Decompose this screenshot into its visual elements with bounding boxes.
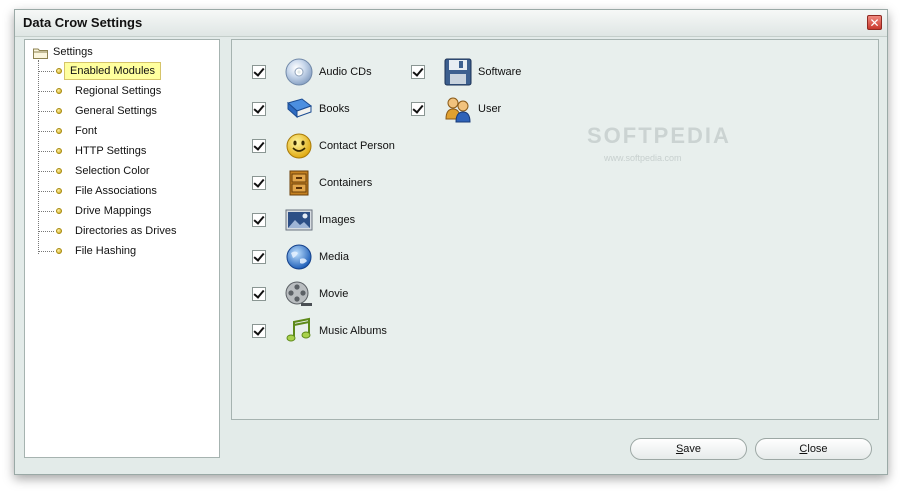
- module-label: Contact Person: [319, 140, 395, 152]
- tree-item-label: HTTP Settings: [75, 145, 147, 157]
- tree-item-general-settings[interactable]: General Settings: [38, 101, 162, 121]
- module-checkbox-user[interactable]: [411, 102, 425, 116]
- module-row-audio-cds: Audio CDs: [252, 57, 372, 87]
- module-label: Media: [319, 251, 349, 263]
- module-row-music-albums: Music Albums: [252, 316, 387, 346]
- tree-branch-line: [38, 130, 54, 132]
- tree-item-label: Directories as Drives: [75, 225, 177, 237]
- music-note-icon: [285, 317, 313, 345]
- tree-bullet-icon: [56, 148, 62, 154]
- tree-item-directories-as-drives[interactable]: Directories as Drives: [38, 221, 181, 241]
- tree-item-http-settings[interactable]: HTTP Settings: [38, 141, 151, 161]
- window-title: Data Crow Settings: [23, 15, 143, 30]
- module-label: Images: [319, 214, 356, 226]
- close-label: lose: [807, 443, 828, 455]
- module-checkbox-books[interactable]: [252, 102, 266, 116]
- module-checkbox-software[interactable]: [411, 65, 425, 79]
- module-label: Audio CDs: [319, 66, 372, 78]
- module-row-movie: Movie: [252, 279, 348, 309]
- image-icon: [285, 206, 313, 234]
- module-checkbox-contact-person[interactable]: [252, 139, 266, 153]
- cd-icon: [285, 58, 313, 86]
- save-label: ave: [683, 443, 702, 455]
- module-row-books: Books: [252, 94, 350, 124]
- module-checkbox-movie[interactable]: [252, 287, 266, 301]
- users-icon: [444, 95, 472, 123]
- tree-bullet-icon: [56, 128, 62, 134]
- module-row-containers: Containers: [252, 168, 372, 198]
- close-button[interactable]: Close: [755, 438, 872, 460]
- module-row-software: Software: [411, 57, 521, 87]
- module-checkbox-media[interactable]: [252, 250, 266, 264]
- tree-branch-line: [38, 190, 54, 192]
- module-checkbox-audio-cds[interactable]: [252, 65, 266, 79]
- settings-window: Data Crow Settings ✕ Settings Enabled Mo…: [14, 9, 888, 475]
- title-bar: Data Crow Settings ✕: [15, 10, 887, 37]
- settings-tree: Settings Enabled Modules Regional Settin…: [24, 39, 220, 458]
- tree-root-label: Settings: [53, 46, 93, 58]
- tree-branch-line: [38, 110, 54, 112]
- tree-item-label: Selection Color: [75, 165, 150, 177]
- watermark-logo: SOFTPEDIA: [587, 123, 731, 148]
- tree-bullet-icon: [56, 108, 62, 114]
- module-row-media: Media: [252, 242, 349, 272]
- close-window-icon[interactable]: ✕: [867, 15, 882, 30]
- module-label: Music Albums: [319, 325, 387, 337]
- tree-branch-line: [38, 250, 54, 252]
- tree-bullet-icon: [56, 68, 62, 74]
- module-row-contact-person: Contact Person: [252, 131, 395, 161]
- module-row-images: Images: [252, 205, 355, 235]
- tree-item-file-hashing[interactable]: File Hashing: [38, 241, 141, 261]
- film-reel-icon: [285, 280, 313, 308]
- module-checkbox-containers[interactable]: [252, 176, 266, 190]
- tree-item-drive-mappings[interactable]: Drive Mappings: [38, 201, 156, 221]
- tree-bullet-icon: [56, 228, 62, 234]
- tree-bullet-icon: [56, 208, 62, 214]
- module-row-user: User: [411, 94, 501, 124]
- module-label: Containers: [319, 177, 373, 189]
- folder-icon: [33, 47, 48, 59]
- tree-item-selection-color[interactable]: Selection Color: [38, 161, 155, 181]
- save-button[interactable]: Save: [630, 438, 747, 460]
- tree-item-label: File Associations: [75, 185, 157, 197]
- book-icon: [285, 95, 313, 123]
- tree-item-enabled-modules[interactable]: Enabled Modules: [38, 61, 162, 81]
- tree-branch-line: [38, 90, 54, 92]
- module-checkbox-music-albums[interactable]: [252, 324, 266, 338]
- tree-item-regional-settings[interactable]: Regional Settings: [38, 81, 166, 101]
- tree-item-label: File Hashing: [75, 245, 137, 257]
- tree-root-settings[interactable]: Settings: [33, 44, 93, 60]
- tree-branch-line: [38, 210, 54, 212]
- module-label: Software: [478, 66, 522, 78]
- tree-branch-line: [38, 70, 54, 72]
- tree-item-label: Enabled Modules: [64, 62, 162, 80]
- tree-item-label: Regional Settings: [75, 85, 162, 97]
- tree-item-label: Drive Mappings: [75, 205, 152, 217]
- tree-branch-line: [38, 230, 54, 232]
- tree-item-file-associations[interactable]: File Associations: [38, 181, 162, 201]
- tree-bullet-icon: [56, 168, 62, 174]
- tree-bullet-icon: [56, 88, 62, 94]
- module-label: Books: [319, 103, 350, 115]
- watermark-url: www.softpedia.com: [604, 153, 682, 163]
- tree-item-label: Font: [75, 125, 98, 137]
- modules-panel: SOFTPEDIA www.softpedia.com Audio CDs Bo…: [231, 39, 879, 420]
- tree-branch-line: [38, 170, 54, 172]
- module-label: Movie: [319, 288, 349, 300]
- tree-item-label: General Settings: [75, 105, 157, 117]
- tree-bullet-icon: [56, 248, 62, 254]
- tree-item-font[interactable]: Font: [38, 121, 102, 141]
- tree-branch-line: [38, 150, 54, 152]
- module-checkbox-images[interactable]: [252, 213, 266, 227]
- cabinet-icon: [285, 169, 313, 197]
- floppy-disk-icon: [444, 58, 472, 86]
- tree-bullet-icon: [56, 188, 62, 194]
- smiley-icon: [285, 132, 313, 160]
- module-label: User: [478, 103, 502, 115]
- globe-icon: [285, 243, 313, 271]
